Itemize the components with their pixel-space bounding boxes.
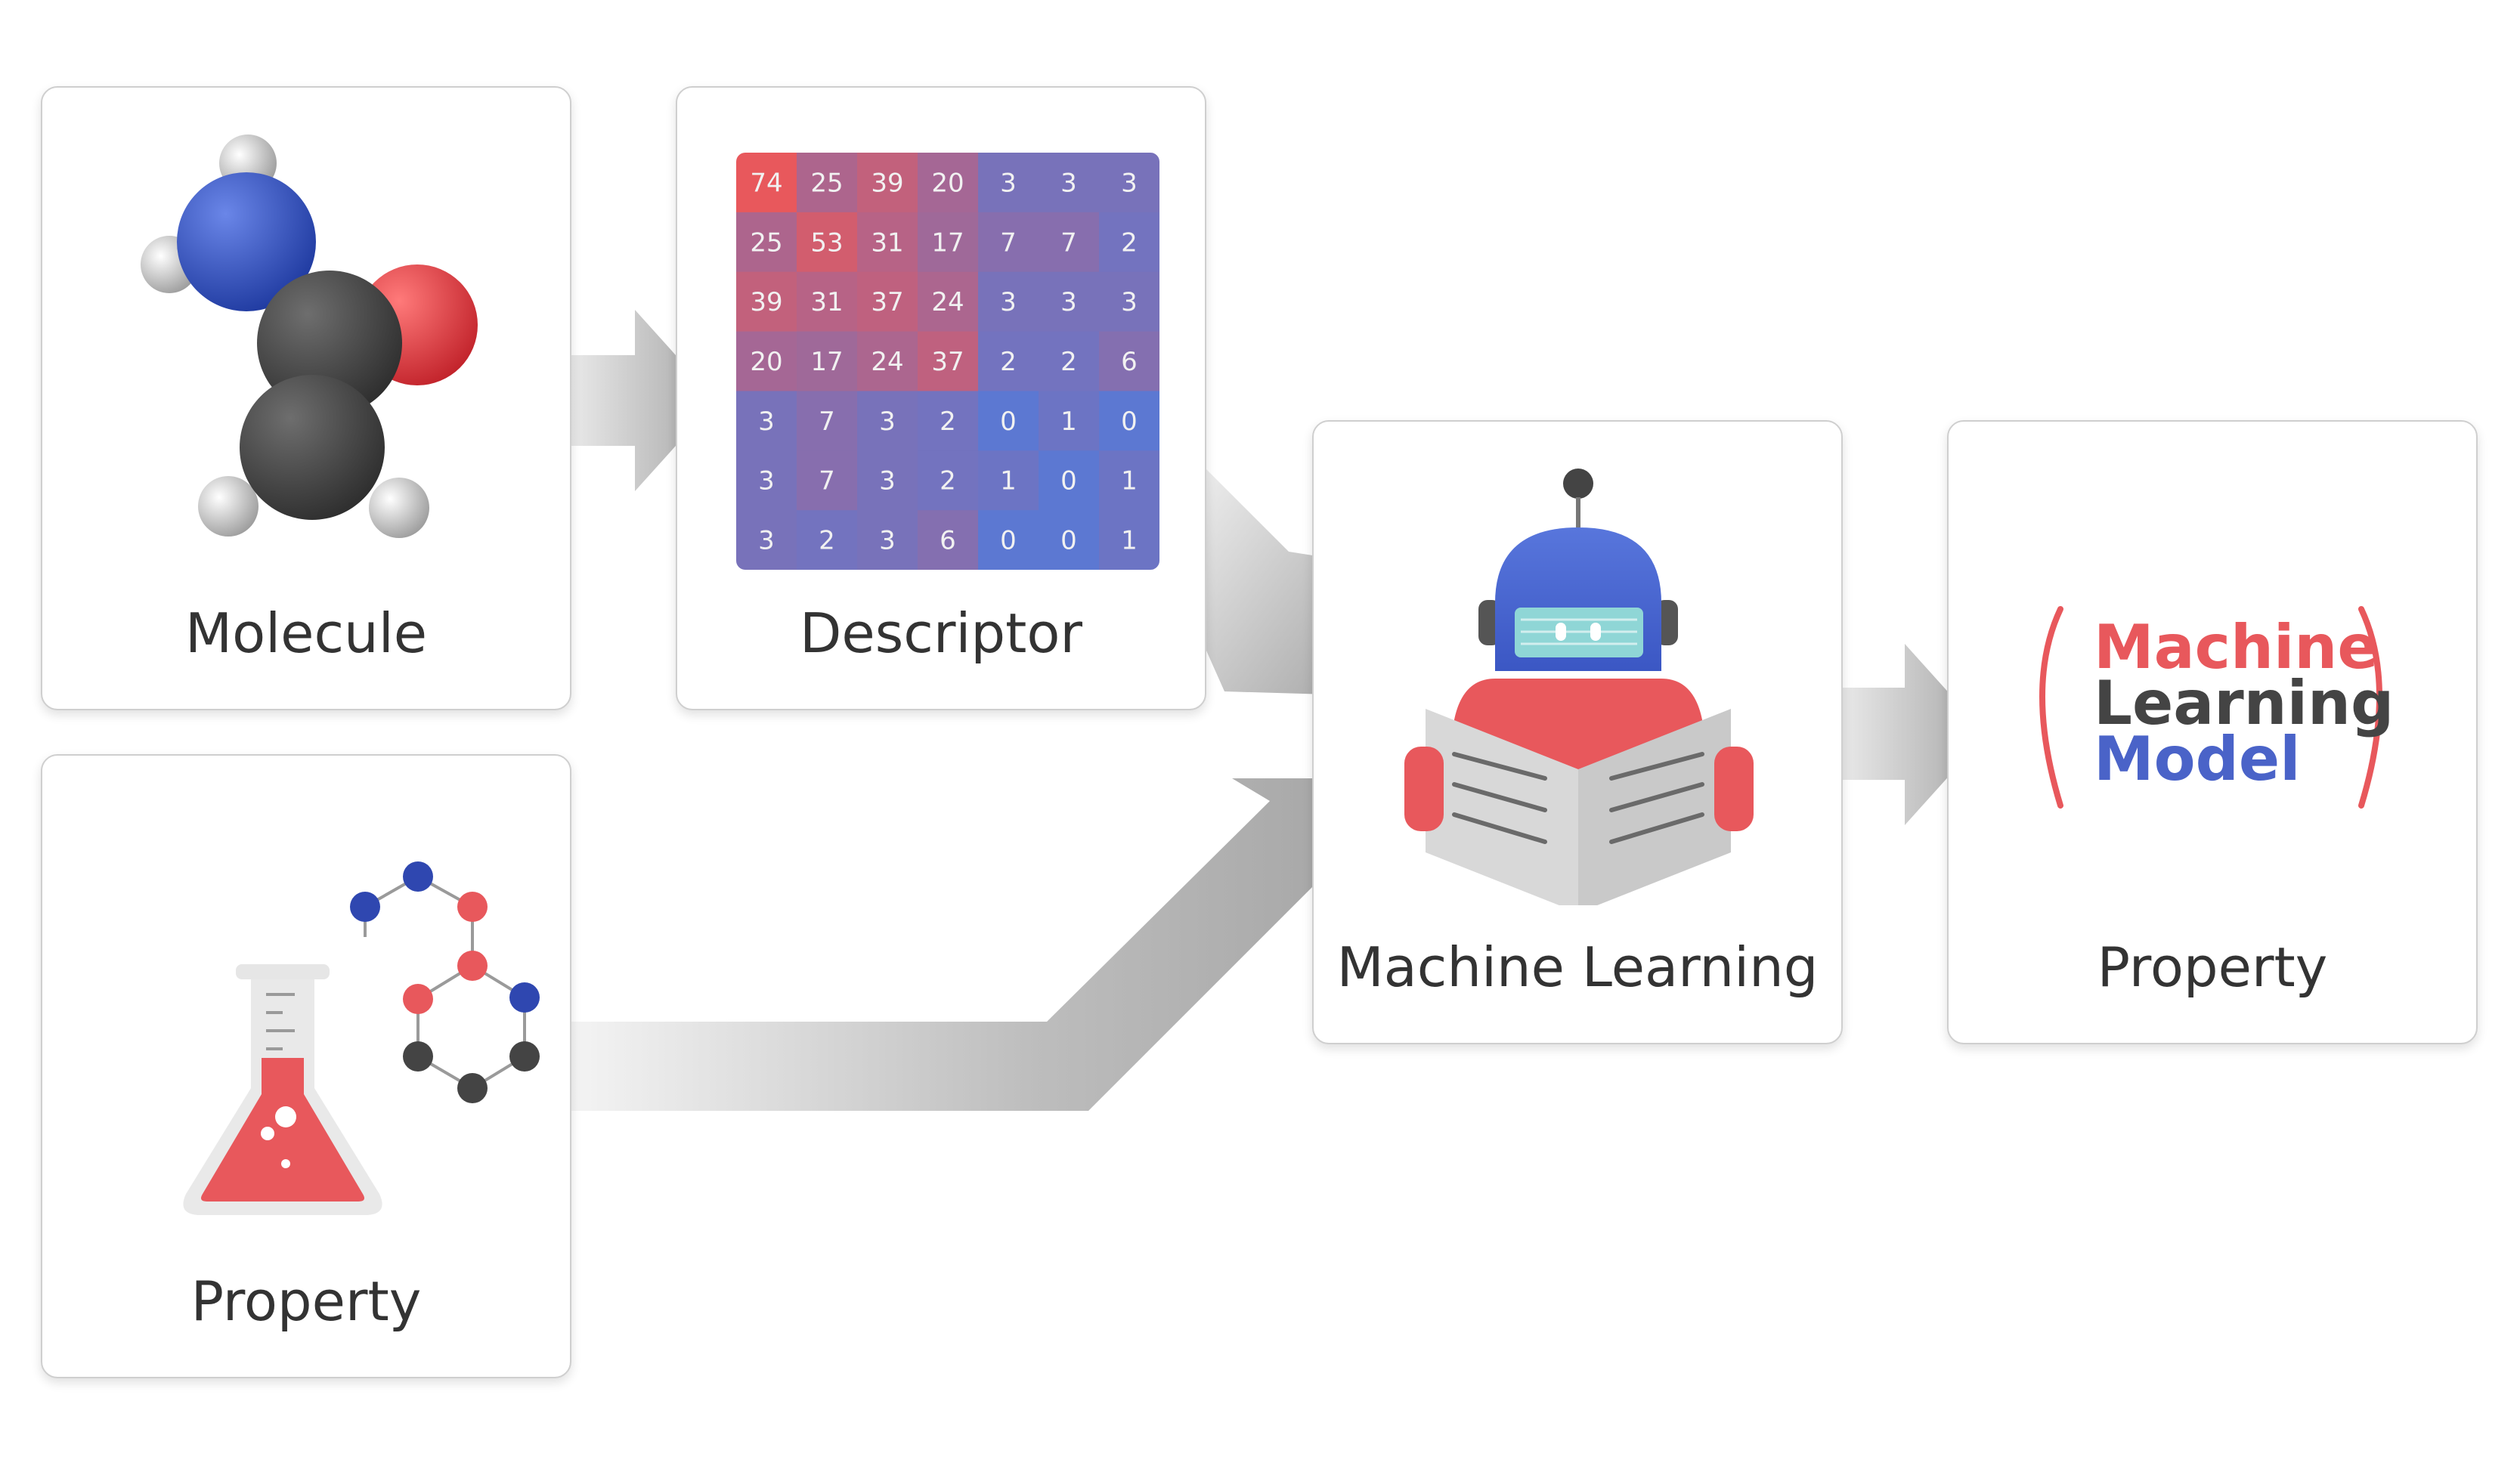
descriptor-card: 74 25 39 20 3 3 3 25 53 31 17 7 7 2 39 31 37 24 3 3 3 20 17 24 3… — [676, 86, 1206, 710]
robot-reading-icon — [1404, 469, 1754, 905]
matrix-value: 7 — [1060, 227, 1077, 258]
matrix-value: 3 — [1121, 168, 1138, 198]
descriptor-matrix: 74 25 39 20 3 3 325 53 31 17 7 7 239 31 37 24 3 3 320 17 24 3… — [736, 153, 1159, 570]
property-output-label: Property — [2097, 936, 2328, 999]
matrix-value: 3 — [758, 407, 775, 437]
matrix-value: 1 — [1121, 526, 1138, 556]
matrix-value: 39 — [750, 287, 782, 317]
descriptor-label: Descriptor — [799, 602, 1083, 665]
matrix-value: 3 — [879, 526, 896, 556]
atom-network — [364, 875, 526, 1090]
matrix-value: 3 — [1060, 168, 1077, 198]
matrix-value: 25 — [750, 227, 782, 258]
matrix-value: 0 — [1060, 526, 1077, 556]
machine-learning-label: Machine Learning — [1336, 936, 1819, 999]
flask-molecule-icon — [183, 861, 540, 1215]
matrix-value: 2 — [940, 466, 956, 496]
matrix-value: 3 — [1000, 168, 1017, 198]
matrix-value: 7 — [819, 466, 835, 496]
matrix-value: 37 — [871, 287, 903, 317]
matrix-value: 3 — [879, 407, 896, 437]
matrix-value: 3 — [1060, 287, 1077, 317]
machine-learning-card: Machine Learning — [1312, 420, 1843, 1044]
molecule-card: Molecule — [41, 86, 571, 710]
matrix-value: 24 — [871, 347, 903, 377]
matrix-value: 25 — [810, 168, 843, 198]
model-text-machine: Machine — [2094, 612, 2379, 682]
matrix-value: 31 — [871, 227, 903, 258]
molecule-label: Molecule — [185, 602, 427, 665]
arrow-property-to-ml — [552, 778, 1357, 1111]
property-input-card: Property — [41, 754, 571, 1378]
property-output-card: Machine Learning Model Property — [1947, 420, 2478, 1044]
matrix-value: 0 — [1000, 407, 1017, 437]
matrix-value: 3 — [758, 526, 775, 556]
matrix-value: 74 — [750, 168, 782, 198]
matrix-value: 31 — [810, 287, 843, 317]
matrix-value: 2 — [819, 526, 835, 556]
matrix-value: 3 — [1000, 287, 1017, 317]
molecule-icon — [141, 135, 478, 538]
matrix-value: 0 — [1121, 407, 1138, 437]
workflow-diagram: Molecule 74 25 39 20 3 3 3 25 53 31 17 7 7 2 39 31 37 24 3… — [0, 0, 2520, 1469]
matrix-value: 1 — [1000, 466, 1017, 496]
matrix-value: 24 — [931, 287, 964, 317]
matrix-value: 17 — [931, 227, 964, 258]
matrix-value: 2 — [1000, 347, 1017, 377]
matrix-value: 0 — [1000, 526, 1017, 556]
matrix-value: 0 — [1060, 466, 1077, 496]
matrix-value: 7 — [819, 407, 835, 437]
matrix-value: 37 — [931, 347, 964, 377]
matrix-value: 6 — [940, 526, 956, 556]
matrix-value: 20 — [931, 168, 964, 198]
matrix-value: 1 — [1060, 407, 1077, 437]
matrix-value: 7 — [1000, 227, 1017, 258]
matrix-value: 2 — [1121, 227, 1138, 258]
matrix-value: 3 — [758, 466, 775, 496]
matrix-value: 39 — [871, 168, 903, 198]
matrix-value: 2 — [1060, 347, 1077, 377]
matrix-value: 3 — [879, 466, 896, 496]
matrix-value: 53 — [810, 227, 843, 258]
matrix-value: 3 — [1121, 287, 1138, 317]
model-text-learning: Learning — [2094, 668, 2395, 738]
model-text-model: Model — [2094, 724, 2301, 794]
matrix-value: 1 — [1121, 466, 1138, 496]
property-input-label: Property — [190, 1270, 422, 1333]
matrix-value: 17 — [810, 347, 843, 377]
matrix-value: 20 — [750, 347, 782, 377]
matrix-value: 2 — [940, 407, 956, 437]
matrix-value: 6 — [1121, 347, 1138, 377]
